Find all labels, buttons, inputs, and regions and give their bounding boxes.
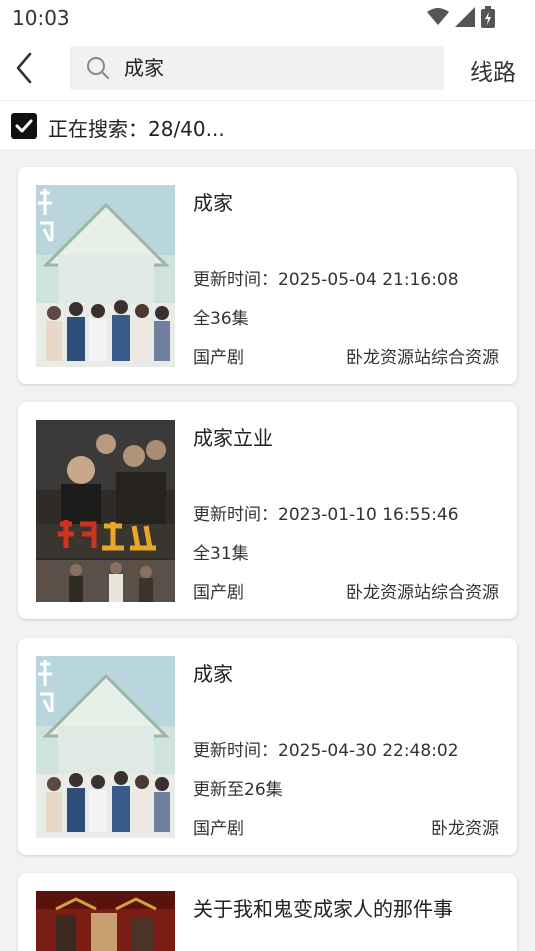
result-card[interactable]: 成家 更新时间：2025-05-04 21:16:08 全36集 国产剧 卧龙资… <box>18 167 517 384</box>
result-title: 关于我和鬼变成家人的那件事 <box>193 897 453 921</box>
top-bar: 线路 <box>0 36 535 100</box>
result-source: 卧龙资源站综合资源 <box>346 348 499 368</box>
poster-image <box>36 420 175 602</box>
back-button[interactable] <box>10 50 42 86</box>
result-episodes: 全36集 <box>193 309 249 329</box>
result-title: 成家 <box>193 191 233 215</box>
status-time: 10:03 <box>12 6 70 30</box>
search-progress-text: 正在搜索：28/40... <box>48 117 225 141</box>
result-title: 成家 <box>193 662 233 686</box>
result-title: 成家立业 <box>193 426 273 450</box>
result-source: 卧龙资源站综合资源 <box>346 583 499 603</box>
poster-image <box>36 656 175 838</box>
result-update-time: 更新时间：2025-05-04 21:16:08 <box>193 270 459 290</box>
poster-image <box>36 185 175 367</box>
battery-icon <box>481 6 495 28</box>
search-box[interactable] <box>70 46 444 90</box>
checkbox-checked-icon <box>15 119 33 133</box>
status-icons <box>427 6 495 28</box>
search-icon <box>87 57 109 79</box>
result-source: 卧龙资源 <box>431 819 499 839</box>
status-bar: 10:03 <box>0 0 535 36</box>
search-status-bar: 正在搜索：28/40... <box>0 100 535 149</box>
result-episodes: 更新至26集 <box>193 780 283 800</box>
signal-icon <box>455 7 475 27</box>
poster-image <box>36 891 175 951</box>
search-checkbox[interactable] <box>11 113 37 139</box>
result-card[interactable]: 成家 更新时间：2025-04-30 22:48:02 更新至26集 国产剧 卧… <box>18 638 517 855</box>
search-input[interactable] <box>124 46 424 90</box>
result-genre: 国产剧 <box>193 819 244 839</box>
route-button[interactable]: 线路 <box>470 53 516 87</box>
result-episodes: 全31集 <box>193 544 249 564</box>
result-genre: 国产剧 <box>193 583 244 603</box>
result-card[interactable]: 关于我和鬼变成家人的那件事 <box>18 873 517 951</box>
result-update-time: 更新时间：2025-04-30 22:48:02 <box>193 741 459 761</box>
back-arrow-icon <box>16 52 32 84</box>
result-update-time: 更新时间：2023-01-10 16:55:46 <box>193 505 459 525</box>
result-genre: 国产剧 <box>193 348 244 368</box>
result-card[interactable]: 成家立业 更新时间：2023-01-10 16:55:46 全31集 国产剧 卧… <box>18 402 517 619</box>
wifi-icon <box>427 8 449 25</box>
